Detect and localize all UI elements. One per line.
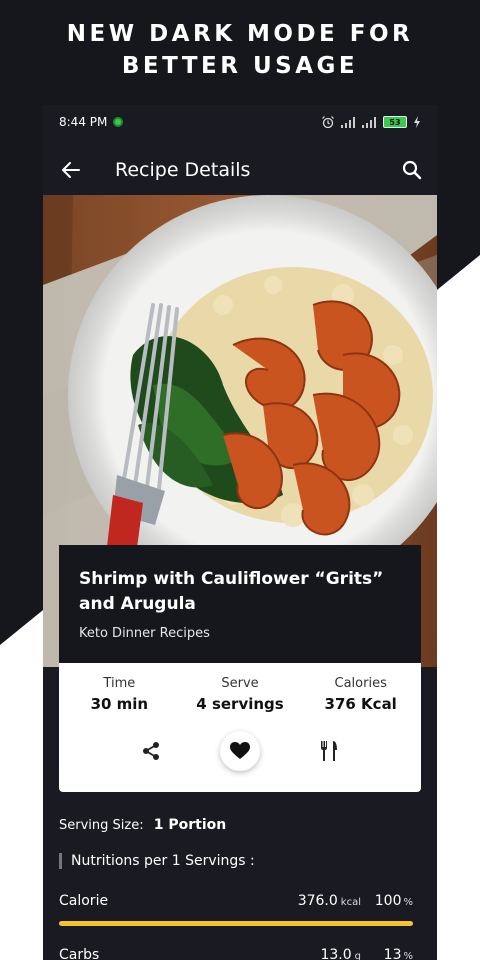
status-time: 8:44 PM	[59, 115, 108, 129]
notification-icon	[113, 117, 124, 127]
nutrient-percent: 13%	[383, 947, 413, 960]
promo-line-2: BETTER USAGE	[121, 53, 359, 79]
promo-heading: NEW DARK MODE FOR BETTER USAGE	[0, 18, 480, 82]
nutrient-unit: kcal	[340, 897, 361, 908]
nutrient-name: Calorie	[59, 893, 109, 909]
nutrition-heading-text: Nutritions per 1 Servings :	[71, 853, 255, 869]
serving-label: Serving Size:	[59, 818, 144, 833]
stat-value: 376 Kcal	[324, 695, 397, 713]
recipe-stats-card: Time 30 min Serve 4 servings Calories 37…	[59, 663, 421, 792]
heading-accent-bar	[59, 853, 62, 869]
promo-line-1: NEW DARK MODE FOR	[66, 21, 414, 47]
nutrient-name: Carbs	[59, 947, 100, 960]
recipe-title-line-1: Shrimp with Cauliflower “Grits”	[79, 569, 384, 589]
battery-icon: 53	[383, 116, 407, 128]
alarm-icon	[322, 116, 334, 129]
stat-serve: Serve 4 servings	[180, 676, 301, 713]
nutrition-heading: Nutritions per 1 Servings :	[59, 853, 255, 869]
nutrient-value: 13.0	[320, 947, 352, 960]
stats-row: Time 30 min Serve 4 servings Calories 37…	[59, 663, 421, 713]
recipe-title-line-2: and Arugula	[79, 594, 196, 614]
stat-value: 4 servings	[196, 695, 284, 713]
share-icon[interactable]	[131, 731, 171, 771]
heart-icon[interactable]	[219, 731, 260, 771]
nutrition-row-calorie: Calorie 376.0 kcal 100%	[59, 893, 413, 909]
page-title: Recipe Details	[115, 159, 251, 181]
recipe-category: Keto Dinner Recipes	[79, 626, 210, 641]
charging-icon	[414, 116, 420, 128]
stat-label: Calories	[334, 676, 387, 691]
recipe-info-card: Shrimp with Cauliflower “Grits” and Arug…	[59, 545, 421, 663]
signal-icon	[341, 116, 356, 128]
signal-icon-2	[362, 116, 377, 128]
stat-time: Time 30 min	[59, 676, 180, 713]
stat-value: 30 min	[90, 695, 149, 713]
phone-screen: 8:44 PM 53 Recipe Details Shrimp with Ca…	[43, 105, 437, 960]
app-bar: Recipe Details	[43, 145, 437, 195]
search-icon[interactable]	[387, 145, 437, 195]
nutrition-bar-calorie	[59, 921, 413, 926]
nutrient-value: 376.0	[297, 893, 338, 909]
stat-label: Serve	[221, 676, 259, 691]
recipe-title: Shrimp with Cauliflower “Grits” and Arug…	[79, 567, 401, 617]
stat-calories: Calories 376 Kcal	[300, 676, 421, 713]
serving-size: Serving Size: 1 Portion	[59, 817, 226, 833]
back-arrow-icon[interactable]	[43, 145, 99, 195]
fork-knife-icon[interactable]	[309, 731, 349, 771]
nutrient-percent: 100%	[374, 893, 413, 909]
status-bar: 8:44 PM 53	[43, 105, 437, 139]
nutrition-row-carbs: Carbs 13.0 g 13%	[59, 947, 413, 960]
action-row	[59, 731, 421, 771]
stat-label: Time	[103, 676, 136, 691]
nutrition-bar-fill	[59, 921, 413, 926]
serving-value: 1 Portion	[153, 817, 227, 833]
status-icons: 53	[321, 115, 421, 129]
